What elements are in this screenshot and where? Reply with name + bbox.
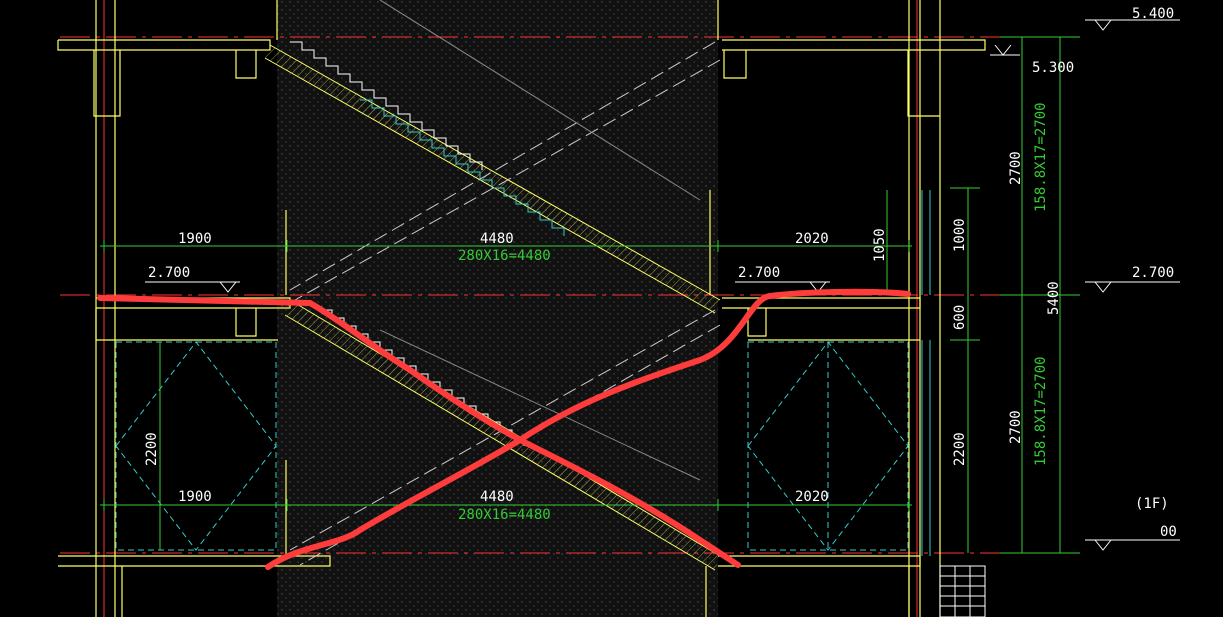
floor-tag: (1F) <box>1135 496 1169 512</box>
level-roof: 5.400 <box>1132 6 1174 22</box>
level-mid-left: 2.700 <box>148 265 190 281</box>
dim-left-width-lower: 1900 <box>178 489 212 505</box>
dim-stair-run-lower: 4480 <box>480 489 514 505</box>
dim-stair-formula-lower: 280X16=4480 <box>458 507 551 523</box>
level-mid-right: 2.700 <box>738 265 780 281</box>
dim-window-height-upper: 1000 <box>952 218 968 252</box>
dim-flight-lower: 2700 <box>1008 410 1024 444</box>
dim-stair-run-upper: 4480 <box>480 231 514 247</box>
dim-rail-height: 1050 <box>872 228 888 262</box>
window-left <box>115 341 277 551</box>
level-mid-side: 2.700 <box>1132 265 1174 281</box>
brick-hatch <box>939 565 986 617</box>
dim-right-width-lower: 2020 <box>795 489 829 505</box>
dim-sill-600: 600 <box>952 305 968 330</box>
dim-left-width-upper: 1900 <box>178 231 212 247</box>
window-frame-upper <box>921 190 931 556</box>
dim-right-width-upper: 2020 <box>795 231 829 247</box>
dim-flight-upper-formula: 158.8X17=2700 <box>1033 102 1049 212</box>
dim-stair-formula-upper: 280X16=4480 <box>458 248 551 264</box>
dim-flight-upper: 2700 <box>1008 151 1024 185</box>
level-top-landing: 5.300 <box>1032 60 1074 76</box>
stair-section-drawing: 5.400 5.300 2.700 2.700 2.700 (1F) 00 19… <box>57 0 1180 617</box>
dim-total-height: 5400 <box>1046 281 1062 315</box>
dim-window-height-lower-right: 2200 <box>952 432 968 466</box>
dim-flight-lower-formula: 158.8X17=2700 <box>1033 356 1049 466</box>
dim-window-height-lower-left: 2200 <box>144 432 160 466</box>
window-right <box>747 341 909 551</box>
level-ground: 00 <box>1160 524 1177 540</box>
